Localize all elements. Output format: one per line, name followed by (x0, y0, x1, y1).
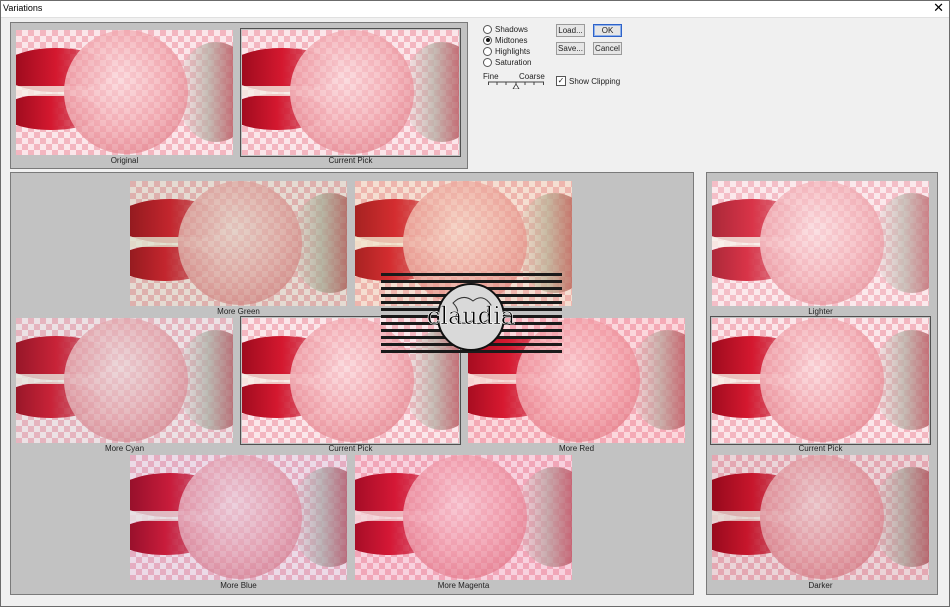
radio-highlights-label: Highlights (495, 46, 531, 56)
show-clipping-label: Show Clipping (569, 76, 621, 86)
more-magenta-image (355, 455, 572, 580)
current-pick-caption-top: Current Pick (328, 156, 373, 165)
more-magenta-caption: More Magenta (437, 581, 490, 590)
current-pick-lightness-image (712, 318, 929, 443)
radio-midtones-dot[interactable] (483, 35, 492, 45)
current-pick-caption-center: Current Pick (328, 444, 373, 453)
check-icon: ✓ (557, 76, 565, 85)
radio-shadows-dot[interactable] (483, 24, 492, 34)
lighter-image (712, 181, 929, 306)
more-blue-thumb[interactable] (130, 455, 347, 580)
darker-image (712, 455, 929, 580)
original-preview-image (16, 30, 233, 155)
current-pick-caption-lightness: Current Pick (798, 444, 843, 453)
more-red-caption: More Red (558, 444, 595, 453)
current-pick-top-image (242, 30, 459, 155)
claudia-watermark: claudia (381, 273, 562, 353)
save-button[interactable]: Save... (556, 42, 585, 55)
radio-shadows-label: Shadows (495, 24, 528, 34)
radio-saturation-label: Saturation (495, 57, 532, 67)
show-clipping-box[interactable]: ✓ (556, 76, 566, 86)
lighter-caption: Lighter (808, 307, 833, 316)
original-caption: Original (110, 156, 139, 165)
original-preview (16, 30, 233, 155)
close-icon[interactable]: ✕ (933, 1, 944, 15)
slider-thumb[interactable] (512, 83, 520, 89)
more-green-image (130, 181, 347, 306)
radio-midtones[interactable]: Midtones (483, 35, 527, 45)
more-green-thumb[interactable] (130, 181, 347, 306)
more-cyan-image (16, 318, 233, 443)
current-pick-preview-top (240, 28, 461, 157)
cancel-button[interactable]: Cancel (593, 42, 622, 55)
window-title: Variations (3, 3, 43, 13)
radio-saturation-dot[interactable] (483, 57, 492, 67)
radio-highlights[interactable]: Highlights (483, 46, 530, 56)
darker-caption: Darker (808, 581, 833, 590)
more-blue-caption: More Blue (220, 581, 257, 590)
ok-button[interactable]: OK (593, 24, 622, 37)
more-cyan-thumb[interactable] (16, 318, 233, 443)
lighter-thumb[interactable] (712, 181, 929, 306)
radio-saturation[interactable]: Saturation (483, 57, 531, 67)
more-cyan-caption: More Cyan (104, 444, 145, 453)
title-bar: Variations ✕ (0, 0, 950, 18)
load-button[interactable]: Load... (556, 24, 585, 37)
more-green-caption: More Green (217, 307, 260, 316)
radio-highlights-dot[interactable] (483, 46, 492, 56)
slider-coarse-label: Coarse (519, 72, 545, 81)
more-blue-image (130, 455, 347, 580)
radio-shadows[interactable]: Shadows (483, 24, 528, 34)
slider-fine-label: Fine (483, 72, 499, 81)
current-pick-thumb-lightness[interactable] (710, 316, 931, 445)
watermark-text: claudia (427, 302, 515, 330)
more-magenta-thumb[interactable] (355, 455, 572, 580)
fine-coarse-slider[interactable] (488, 81, 544, 89)
radio-midtones-label: Midtones (495, 35, 528, 45)
show-clipping-checkbox[interactable]: ✓ Show Clipping (556, 76, 620, 86)
darker-thumb[interactable] (712, 455, 929, 580)
